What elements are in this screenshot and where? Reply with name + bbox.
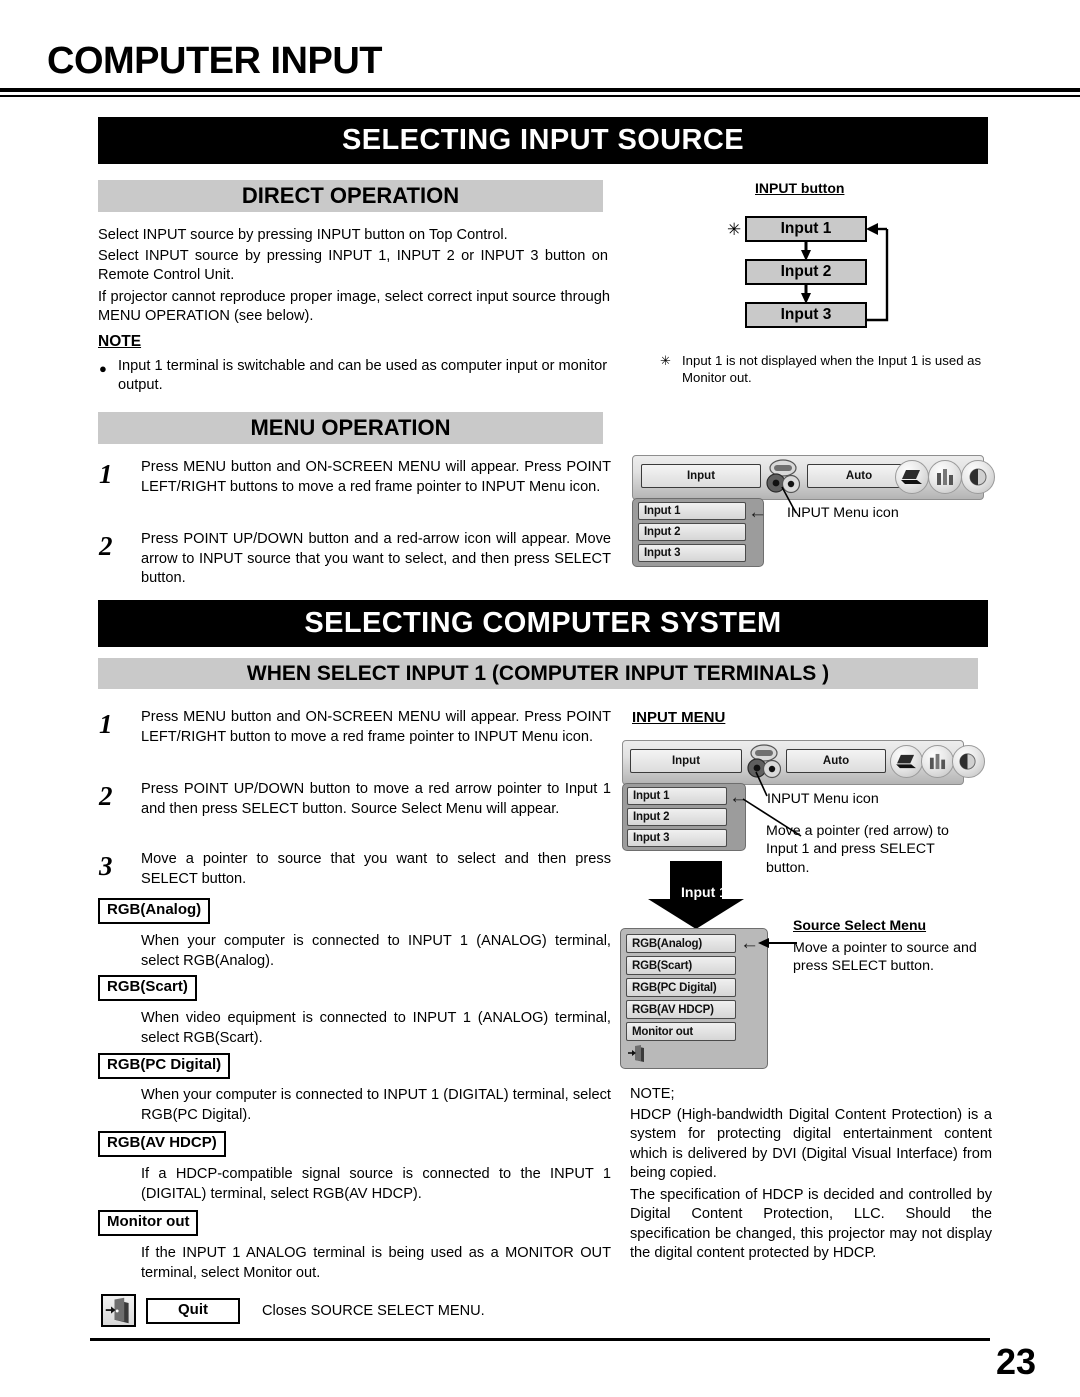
system-step-2-number: 2 — [99, 781, 113, 811]
source-item-rgb-analog[interactable]: RGB(Analog) — [626, 934, 736, 953]
page-number: 23 — [995, 1341, 1036, 1382]
osd-panel-item-input-2[interactable]: Input 2 — [638, 523, 746, 541]
color-glyph-2 — [959, 753, 976, 770]
banner-selecting-input-source: SELECTING INPUT SOURCE — [98, 117, 988, 164]
system-step-1-number: 1 — [99, 709, 113, 739]
option-label-rgb-pc-digital: RGB(PC Digital) — [98, 1053, 231, 1079]
big-arrow-label: Input 1 — [681, 884, 727, 900]
note-item-1: Input 1 terminal is switchable and can b… — [118, 358, 608, 394]
osd-panel-2-item-input-3[interactable]: Input 3 — [627, 829, 727, 847]
input-flow-arrows — [801, 223, 889, 322]
callout-input-menu-icon-1: INPUT Menu icon — [787, 505, 899, 521]
source-item-rgb-av-hdcp[interactable]: RGB(AV HDCP) — [626, 1000, 736, 1019]
osd-panel-2-item-input-1[interactable]: Input 1 — [627, 787, 727, 805]
menu-operation-step-1-text: Press MENU button and ON-SCREEN MENU wil… — [141, 459, 611, 495]
menu-operation-step-2-number: 2 — [99, 531, 113, 561]
header-rule-thin — [0, 95, 1080, 97]
option-desc-monitor-out: If the INPUT 1 ANALOG terminal is being … — [141, 1245, 611, 1281]
manual-page: COMPUTER INPUT SELECTING INPUT SOURCE DI… — [0, 0, 1080, 1397]
input-diagram-footnote: Input 1 is not displayed when the Input … — [682, 353, 982, 386]
header-rule-thick — [0, 88, 1080, 92]
laptop-glyph-1 — [901, 470, 922, 484]
footer-rule — [90, 1338, 990, 1341]
laptop-glyph-2 — [896, 754, 916, 769]
note-heading: NOTE — [98, 333, 142, 350]
subhead-when-select-input-1: WHEN SELECT INPUT 1 (COMPUTER INPUT TERM… — [98, 658, 978, 689]
option-desc-rgb-analog: When your computer is connected to INPUT… — [141, 933, 611, 969]
osd-panel-2-item-input-2[interactable]: Input 2 — [627, 808, 727, 826]
source-quit-door-icon[interactable] — [628, 1044, 648, 1064]
note-bullet-icon: ● — [99, 361, 107, 376]
page-title: COMPUTER INPUT — [47, 40, 383, 82]
door-glyph — [105, 1297, 129, 1324]
osd-panel-item-input-1[interactable]: Input 1 — [638, 502, 746, 520]
menu-operation-step-2-text: Press POINT UP/DOWN button and a red-arr… — [141, 531, 611, 587]
color-glyph-1 — [969, 468, 987, 486]
osd-auto-button-2[interactable]: Auto — [786, 749, 886, 773]
subhead-menu-operation: MENU OPERATION — [98, 412, 603, 444]
bars-glyph-1 — [937, 469, 953, 485]
option-label-monitor-out: Monitor out — [98, 1210, 199, 1236]
system-step-2-text: Press POINT UP/DOWN button to move a red… — [141, 781, 611, 817]
quit-description: Closes SOURCE SELECT MENU. — [262, 1303, 485, 1319]
menu-operation-step-1-number: 1 — [99, 459, 113, 489]
system-step-1-text: Press MENU button and ON-SCREEN MENU wil… — [141, 709, 611, 745]
option-desc-rgb-pc-digital: When your computer is connected to INPUT… — [141, 1087, 611, 1123]
hdcp-note-paragraph-1: HDCP (High-bandwidth Digital Content Pro… — [630, 1107, 992, 1182]
system-step-3-number: 3 — [99, 851, 113, 881]
quit-button-label[interactable]: Quit — [146, 1298, 240, 1324]
subhead-direct-operation: DIRECT OPERATION — [98, 180, 603, 212]
callout-move-pointer-source: Move a pointer to source and press SELEC… — [793, 940, 977, 975]
input-menu-diagram-title: INPUT MENU — [632, 709, 726, 726]
option-label-rgb-av-hdcp: RGB(AV HDCP) — [98, 1131, 226, 1157]
hdcp-note-title: NOTE; — [630, 1086, 675, 1102]
system-step-3-text: Move a pointer to source that you want t… — [141, 851, 611, 887]
source-item-rgb-pc-digital[interactable]: RGB(PC Digital) — [626, 978, 736, 997]
osd-input-button-1[interactable]: Input — [641, 464, 761, 488]
quit-door-icon[interactable] — [101, 1294, 136, 1327]
bars-glyph-2 — [929, 753, 946, 770]
direct-operation-paragraph-1: Select INPUT source by pressing INPUT bu… — [98, 227, 508, 243]
direct-operation-paragraph-3: If projector cannot reproduce proper ima… — [98, 289, 610, 325]
callout-move-pointer-input1: Move a pointer (red arrow) to Input 1 an… — [766, 823, 949, 876]
osd-panel-item-input-3[interactable]: Input 3 — [638, 544, 746, 562]
option-label-rgb-analog: RGB(Analog) — [98, 898, 211, 924]
source-select-menu-title: Source Select Menu — [793, 917, 927, 933]
osd-input-button-2[interactable]: Input — [630, 749, 742, 773]
option-desc-rgb-scart: When video equipment is connected to INP… — [141, 1010, 611, 1046]
input-button-diagram-label: INPUT button — [755, 180, 845, 196]
hdcp-note-paragraph-2: The specification of HDCP is decided and… — [630, 1187, 992, 1262]
direct-operation-paragraph-2: Select INPUT source by pressing INPUT 1,… — [98, 248, 608, 284]
option-label-rgb-scart: RGB(Scart) — [98, 975, 197, 1001]
source-item-rgb-scart[interactable]: RGB(Scart) — [626, 956, 736, 975]
option-desc-rgb-av-hdcp: If a HDCP-compatible signal source is co… — [141, 1166, 611, 1202]
source-item-monitor-out[interactable]: Monitor out — [626, 1022, 736, 1041]
banner-selecting-computer-system: SELECTING COMPUTER SYSTEM — [98, 600, 988, 647]
